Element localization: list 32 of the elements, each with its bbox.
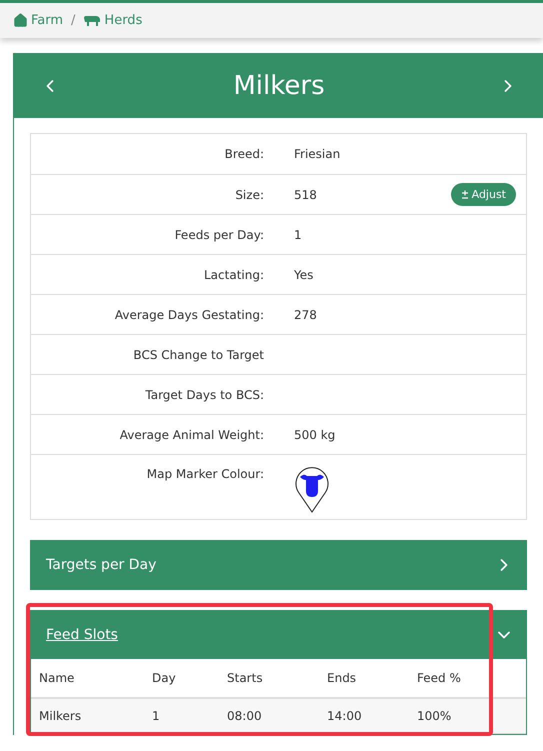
detail-value: Friesian — [294, 147, 342, 161]
detail-label: Average Animal Weight: — [118, 428, 264, 442]
detail-label: Breed: — [224, 147, 264, 161]
detail-value: Yes — [294, 268, 314, 282]
breadcrumb-link[interactable]: Herds — [83, 13, 142, 28]
breadcrumb-separator: / — [71, 13, 76, 28]
table-cell: Milkers — [31, 699, 144, 734]
detail-label: Lactating: — [203, 268, 264, 282]
section-title: Targets per Day — [46, 557, 156, 573]
detail-label: Target Days to BCS: — [144, 388, 264, 402]
detail-label: Feeds per Day: — [174, 228, 264, 242]
detail-value: 500 kg — [294, 428, 336, 442]
table-cell: 100% — [409, 699, 526, 734]
herd-title: Milkers — [233, 70, 325, 100]
adjust-button[interactable]: Adjust — [450, 183, 516, 206]
cow-icon — [83, 14, 102, 26]
section-title-link[interactable]: Feed Slots — [46, 627, 118, 643]
table-cell: 14:00 — [319, 699, 409, 734]
section-header[interactable]: Feed Slots — [31, 611, 526, 659]
detail-value: 278 — [294, 308, 318, 322]
section-header[interactable]: Targets per Day — [31, 541, 526, 589]
detail-label: Map Marker Colour: — [146, 467, 264, 481]
breadcrumb-link[interactable]: Farm — [13, 13, 64, 28]
table-cell: 1 — [144, 699, 219, 734]
detail-value: 1 — [294, 228, 303, 242]
detail-label: BCS Change to Target — [132, 348, 264, 362]
table-cell: 08:00 — [219, 699, 319, 734]
detail-value: 518 — [294, 188, 318, 202]
detail-label: Size: — [234, 188, 264, 202]
detail-label: Average Days Gestating: — [114, 308, 264, 322]
plus-minus-icon — [460, 190, 469, 199]
home-icon — [13, 13, 28, 28]
